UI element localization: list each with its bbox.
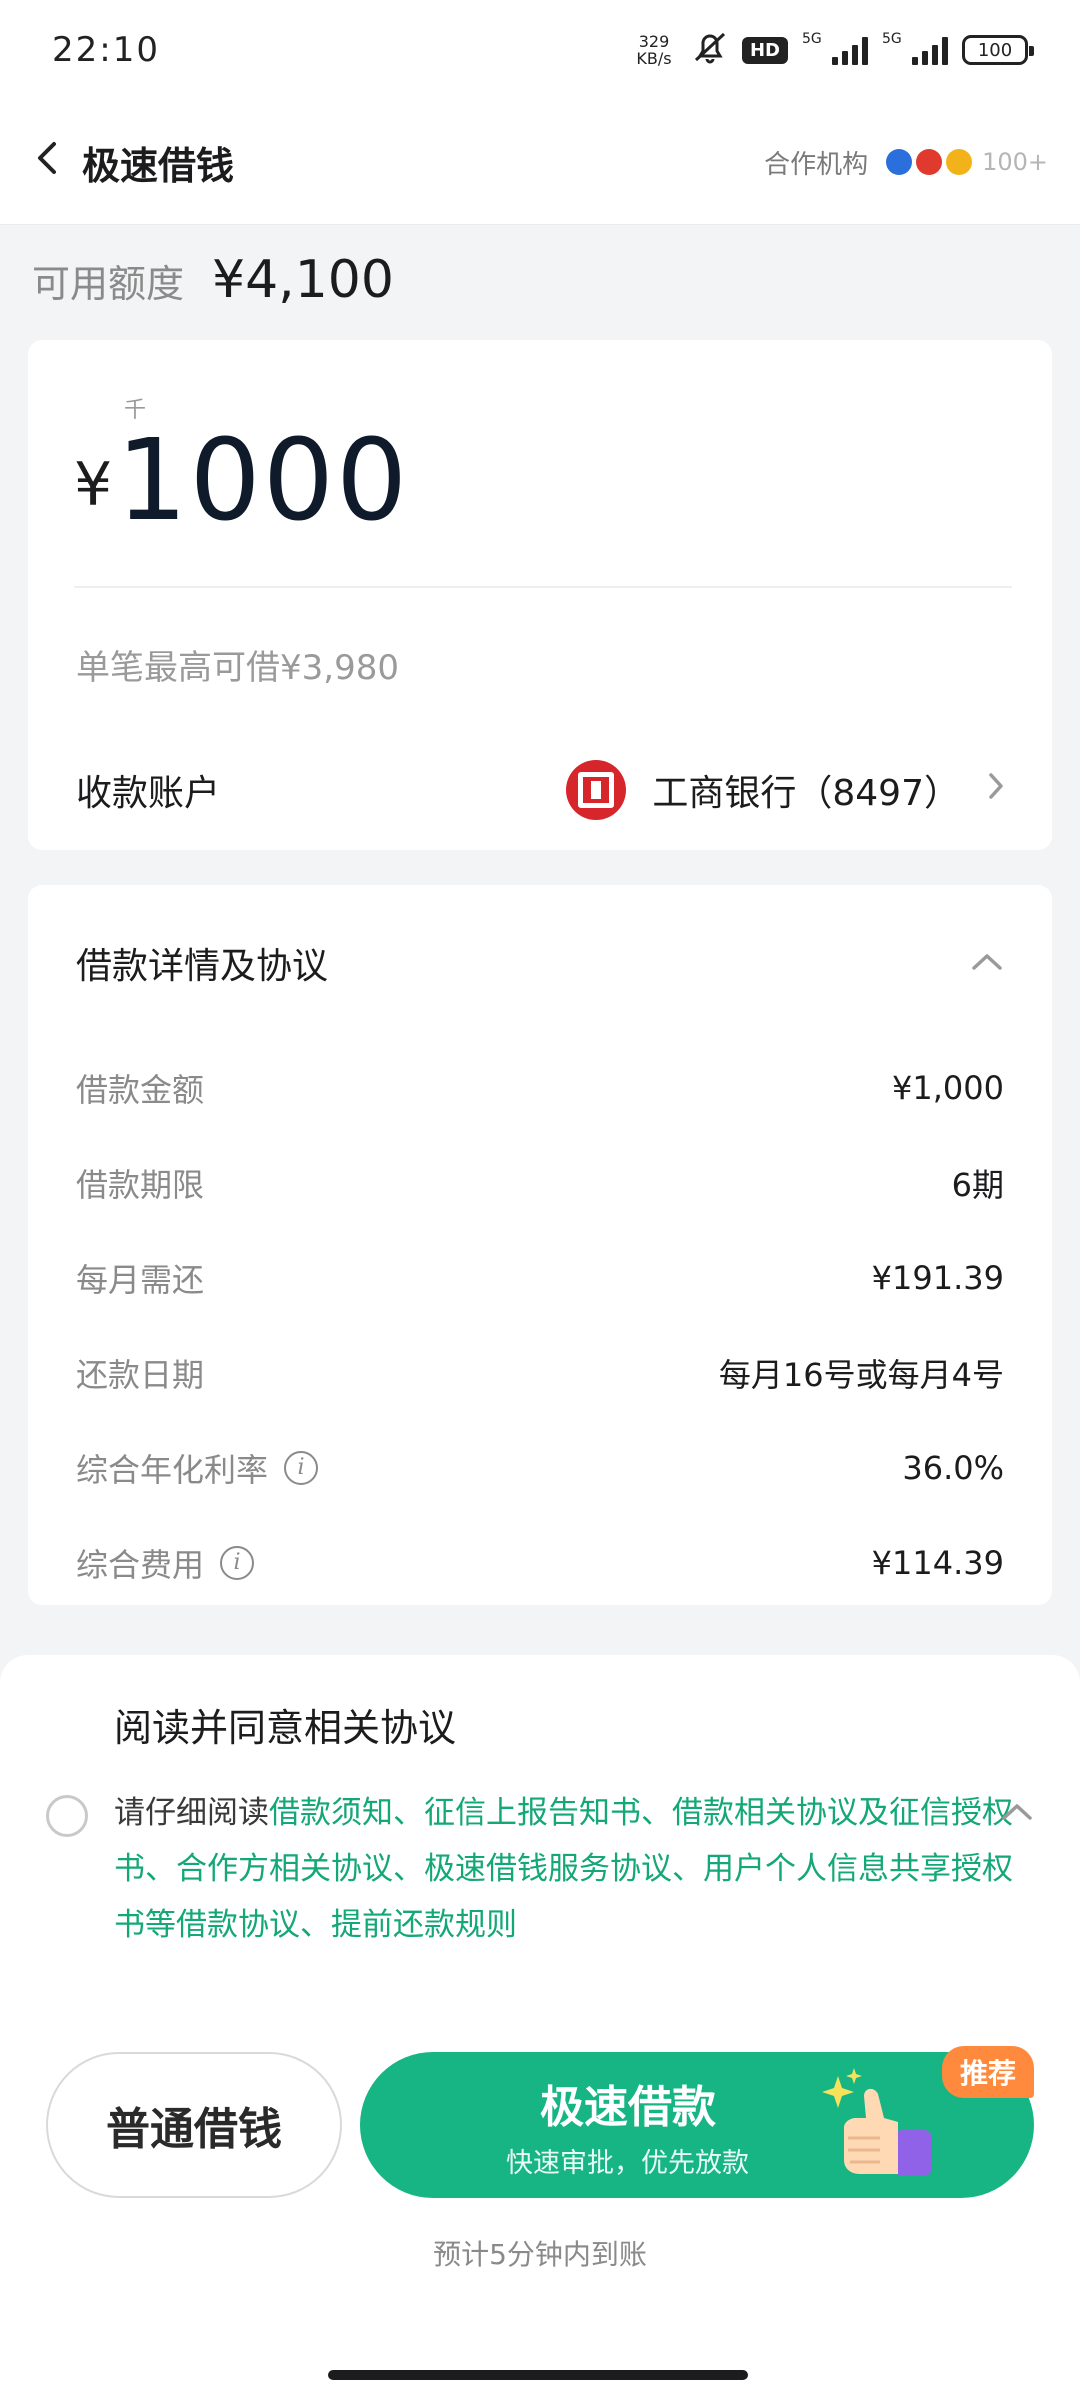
chevron-right-icon xyxy=(986,769,1006,812)
battery-icon: 100 xyxy=(962,35,1034,65)
info-icon[interactable]: i xyxy=(284,1450,319,1485)
detail-value: ¥114.39 xyxy=(871,1543,1004,1582)
chevron-up-icon[interactable] xyxy=(1000,1795,1034,1830)
partner-label: 合作机构 xyxy=(764,149,869,180)
status-icons: 329 KB/s HD 5G 5G 100 xyxy=(630,30,1034,71)
currency-symbol: ¥ xyxy=(74,450,113,520)
detail-list: 借款金额 ¥1,000 借款期限 6期 每月需还 ¥191.39 还款日期 每月… xyxy=(76,1040,1004,1610)
detail-value: 每月16号或每月4号 xyxy=(718,1355,1004,1394)
detail-label: 每月需还 xyxy=(76,1260,205,1299)
info-icon[interactable]: i xyxy=(220,1545,255,1580)
arrival-note: 预计5分钟内到账 xyxy=(433,2238,647,2271)
detail-row-repay-date: 还款日期 每月16号或每月4号 xyxy=(76,1325,1004,1420)
details-header[interactable]: 借款详情及协议 xyxy=(76,925,1004,1000)
partner-logo-icon xyxy=(886,149,913,175)
detail-label: 借款期限 xyxy=(76,1165,205,1204)
detail-label: 综合年化利率 xyxy=(76,1450,269,1489)
back-icon[interactable] xyxy=(32,134,82,190)
detail-row-apr: 综合年化利率 i 36.0% xyxy=(76,1420,1004,1515)
signal-1-icon: 5G xyxy=(802,31,868,65)
detail-row-fee: 综合费用 i ¥114.39 xyxy=(76,1515,1004,1610)
nav-bar: 极速借钱 合作机构 100+ xyxy=(0,100,1080,225)
agreement-prefix: 请仔细阅读 xyxy=(114,1795,269,1831)
thumbs-up-icon xyxy=(822,2068,932,2176)
detail-label: 借款金额 xyxy=(76,1070,205,1109)
partner-count: 100+ xyxy=(982,148,1048,176)
partner-logo-icon xyxy=(916,149,943,175)
partner-institutions[interactable]: 合作机构 100+ xyxy=(764,144,1048,181)
net-speed: 329 KB/s xyxy=(636,32,672,68)
loan-details-card: 借款详情及协议 借款金额 ¥1,000 借款期限 6期 每月需还 ¥191.39… xyxy=(28,885,1052,1605)
available-credit-label: 可用额度 xyxy=(32,262,185,306)
available-credit: 可用额度 ¥4,100 xyxy=(32,250,394,310)
detail-row-monthly: 每月需还 ¥191.39 xyxy=(76,1230,1004,1325)
detail-value: 6期 xyxy=(951,1165,1004,1204)
receiving-account-row[interactable]: 收款账户 工商银行（8497） xyxy=(28,730,1052,850)
detail-label: 还款日期 xyxy=(76,1355,205,1394)
bottom-panel: 阅读并同意相关协议 请仔细阅读借款须知、征信上报告知书、借款相关协议及征信授权书… xyxy=(0,1655,1080,2400)
amount-value[interactable]: 1000 xyxy=(116,416,409,546)
home-indicator[interactable] xyxy=(328,2370,748,2380)
amount-card: 千 ¥ 1000 单笔最高可借¥3,980 收款账户 工商银行（8497） xyxy=(28,340,1052,850)
detail-row-term: 借款期限 6期 xyxy=(76,1135,1004,1230)
detail-value: 36.0% xyxy=(902,1448,1004,1487)
mute-bell-icon xyxy=(692,30,728,71)
detail-label-with-info: 综合费用 i xyxy=(76,1540,255,1586)
detail-value: ¥191.39 xyxy=(871,1258,1004,1297)
amount-input[interactable]: ¥ 1000 xyxy=(74,416,409,546)
normal-borrow-button[interactable]: 普通借钱 xyxy=(46,2052,342,2198)
page-title: 极速借钱 xyxy=(82,143,235,188)
account-label: 收款账户 xyxy=(76,773,221,814)
max-borrow-hint: 单笔最高可借¥3,980 xyxy=(76,648,399,688)
account-value: 工商银行（8497） xyxy=(566,760,1006,820)
hd-voice-icon: HD xyxy=(741,36,788,64)
detail-label-with-info: 综合年化利率 i xyxy=(76,1445,319,1491)
partner-logos: 100+ xyxy=(886,148,1048,176)
chevron-up-icon[interactable] xyxy=(970,945,1004,980)
detail-value: ¥1,000 xyxy=(892,1068,1004,1107)
detail-row-amount: 借款金额 ¥1,000 xyxy=(76,1040,1004,1135)
signal-2-icon: 5G xyxy=(882,31,948,65)
available-credit-value: ¥4,100 xyxy=(212,250,394,310)
bank-name: 工商银行（8497） xyxy=(652,773,960,814)
detail-label: 综合费用 xyxy=(76,1545,205,1584)
bank-logo-icon xyxy=(566,760,627,820)
agreement-text: 请仔细阅读借款须知、征信上报告知书、借款相关协议及征信授权书、合作方相关协议、极… xyxy=(114,1785,1030,1953)
details-title: 借款详情及协议 xyxy=(76,945,329,987)
partner-logo-icon xyxy=(946,149,973,175)
agreement-checkbox[interactable] xyxy=(46,1795,88,1837)
fast-borrow-subtitle: 快速审批，优先放款 xyxy=(506,2147,749,2179)
recommend-badge: 推荐 xyxy=(941,2046,1034,2098)
status-bar: 22:10 329 KB/s HD 5G 5G 100 xyxy=(0,0,1080,100)
divider xyxy=(74,586,1012,588)
status-time: 22:10 xyxy=(52,30,160,70)
fast-borrow-button[interactable]: 极速借款 快速审批，优先放款 推荐 xyxy=(360,2046,1034,2198)
agreement-title: 阅读并同意相关协议 xyxy=(114,1706,457,1750)
